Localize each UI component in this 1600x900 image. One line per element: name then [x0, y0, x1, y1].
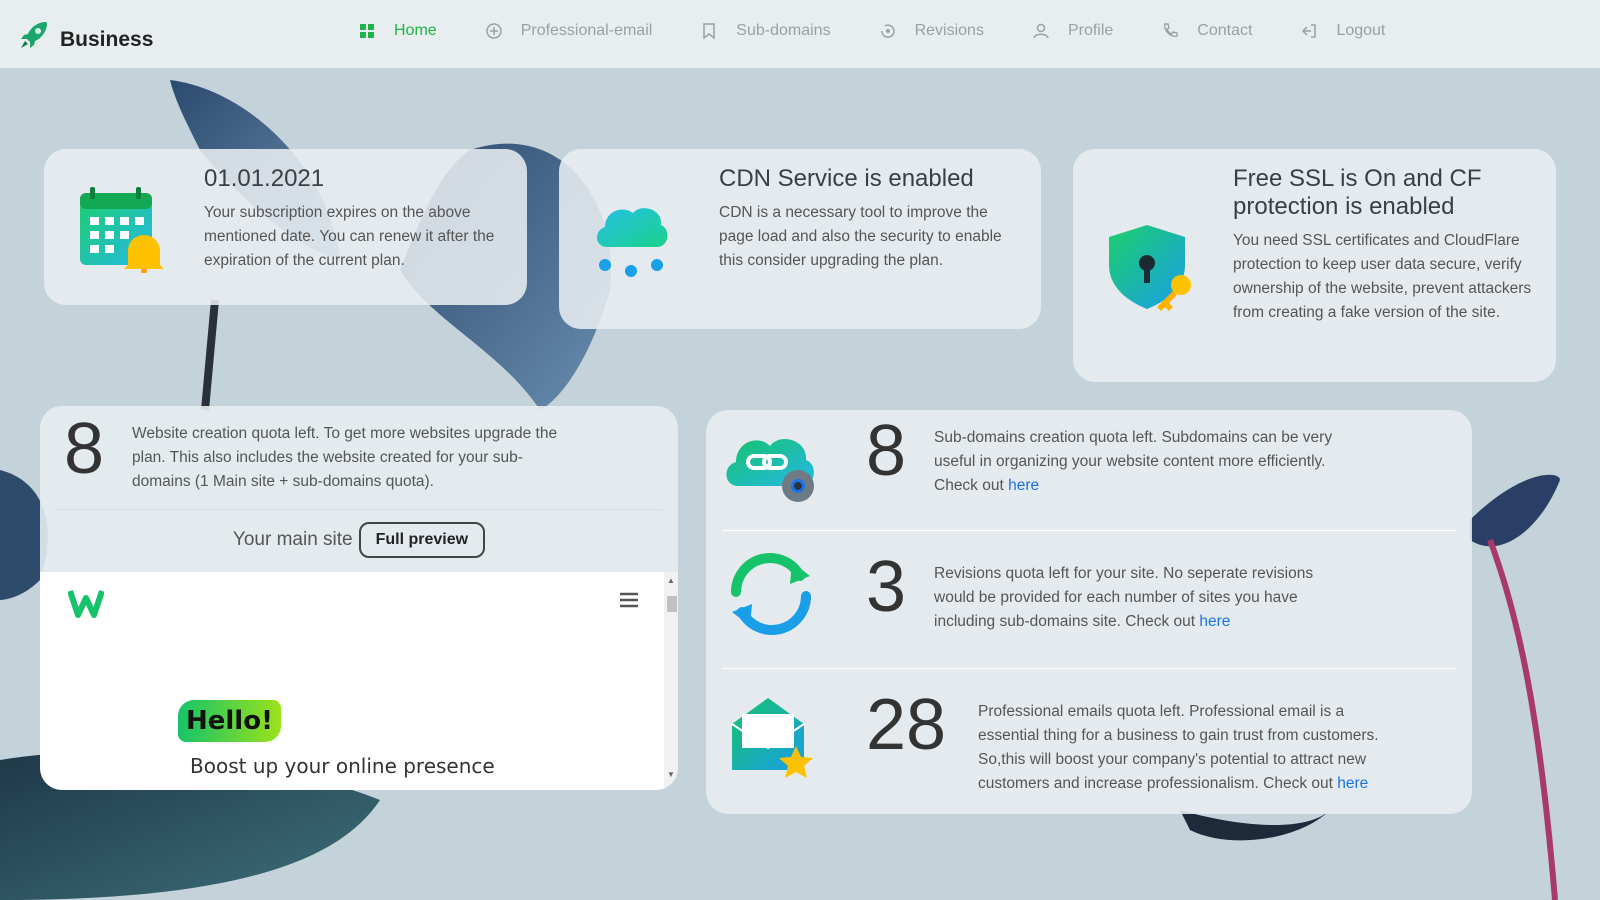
brand[interactable]: Business [18, 19, 153, 56]
quotas-card: 8 Sub-domains creation quota left. Subdo… [706, 410, 1472, 814]
cdn-title: CDN Service is enabled [719, 165, 974, 192]
top-navbar: Business Home Professional-email Sub-dom… [0, 0, 1600, 68]
cdn-text: CDN is a necessary tool to improve the p… [719, 204, 1002, 269]
main-site-row: Your main site Full preview [40, 520, 678, 560]
revisions-count: 3 [866, 547, 907, 627]
brand-name: Business [60, 27, 154, 51]
nav-contact[interactable]: Contact [1161, 22, 1252, 40]
row-divider [722, 530, 1456, 531]
subscription-text: Your subscription expires on the above m… [204, 204, 495, 269]
nav-profile[interactable]: Profile [1032, 22, 1113, 40]
site-preview-frame[interactable]: Hello! Boost up your online presence ▲ ▼ [40, 572, 678, 790]
nav-professional-email[interactable]: Professional-email [485, 22, 653, 40]
scroll-down-icon[interactable]: ▼ [667, 770, 675, 779]
ssl-card: Free SSL is On and CF protection is enab… [1073, 149, 1556, 382]
scroll-up-icon[interactable]: ▲ [667, 576, 675, 585]
cloud-icon [591, 195, 671, 284]
mail-star-icon [730, 694, 822, 791]
scroll-thumb[interactable] [667, 596, 677, 612]
emails-description: Professional emails quota left. Professi… [978, 700, 1398, 796]
websites-count: 8 [64, 409, 105, 489]
grid-icon [358, 22, 376, 40]
user-icon [1032, 22, 1050, 40]
rocket-icon [18, 19, 50, 56]
nav-logout-label: Logout [1336, 22, 1386, 39]
main-site-label: Your main site [232, 529, 353, 550]
emails-here-link[interactable]: here [1337, 775, 1368, 792]
nav-home[interactable]: Home [358, 22, 437, 40]
subdomains-here-link[interactable]: here [1008, 477, 1039, 494]
nav-revisions-label: Revisions [914, 22, 984, 39]
websites-text: Website creation quota left. To get more… [132, 425, 558, 490]
refresh-icon [724, 552, 818, 641]
site-logo [67, 588, 105, 623]
emails-text: Professional emails quota left. Professi… [978, 703, 1379, 792]
subdomains-count: 8 [866, 411, 907, 491]
shield-key-icon [1107, 225, 1197, 320]
phone-icon [1161, 22, 1179, 40]
nav-professional-email-label: Professional-email [520, 22, 653, 39]
nav-logout[interactable]: Logout [1300, 22, 1385, 40]
hero-tagline: Boost up your online presence [190, 754, 495, 778]
preview-scrollbar[interactable]: ▲ ▼ [664, 572, 678, 790]
nav-revisions[interactable]: Revisions [879, 22, 984, 40]
ssl-text: You need SSL certificates and CloudFlare… [1233, 232, 1532, 321]
subdomains-description: Sub-domains creation quota left. Subdoma… [934, 426, 1364, 498]
nav-sub-domains-label: Sub-domains [736, 22, 831, 39]
cdn-card: CDN Service is enabled CDN is a necessar… [559, 149, 1041, 329]
divider [56, 509, 662, 510]
revisions-description: Revisions quota left for your site. No s… [934, 562, 1354, 634]
nav-contact-label: Contact [1197, 22, 1253, 39]
subscription-date: 01.01.2021 [204, 165, 325, 192]
revisions-here-link[interactable]: here [1199, 613, 1230, 630]
ssl-title: Free SSL is On and CF protection is enab… [1233, 165, 1482, 220]
nav-home-label: Home [394, 22, 437, 39]
row-divider [722, 668, 1456, 669]
hamburger-menu-icon[interactable] [620, 592, 638, 613]
history-icon [879, 22, 897, 40]
subdomains-text: Sub-domains creation quota left. Subdoma… [934, 429, 1333, 494]
full-preview-button[interactable]: Full preview [358, 522, 486, 558]
main-nav: Home Professional-email Sub-domains Revi… [358, 22, 1385, 40]
emails-count: 28 [866, 685, 947, 765]
bookmark-icon [700, 22, 718, 40]
cloud-link-gear-icon [722, 424, 822, 513]
subscription-card: 01.01.2021 Your subscription expires on … [44, 149, 527, 305]
logout-icon [1300, 22, 1318, 40]
nav-profile-label: Profile [1067, 22, 1114, 39]
calendar-bell-icon [78, 187, 164, 278]
websites-card: 8 Website creation quota left. To get mo… [40, 406, 678, 790]
revisions-text: Revisions quota left for your site. No s… [934, 565, 1314, 630]
hello-badge: Hello! [178, 700, 281, 742]
nav-sub-domains[interactable]: Sub-domains [700, 22, 831, 40]
plus-circle-icon [485, 22, 503, 40]
